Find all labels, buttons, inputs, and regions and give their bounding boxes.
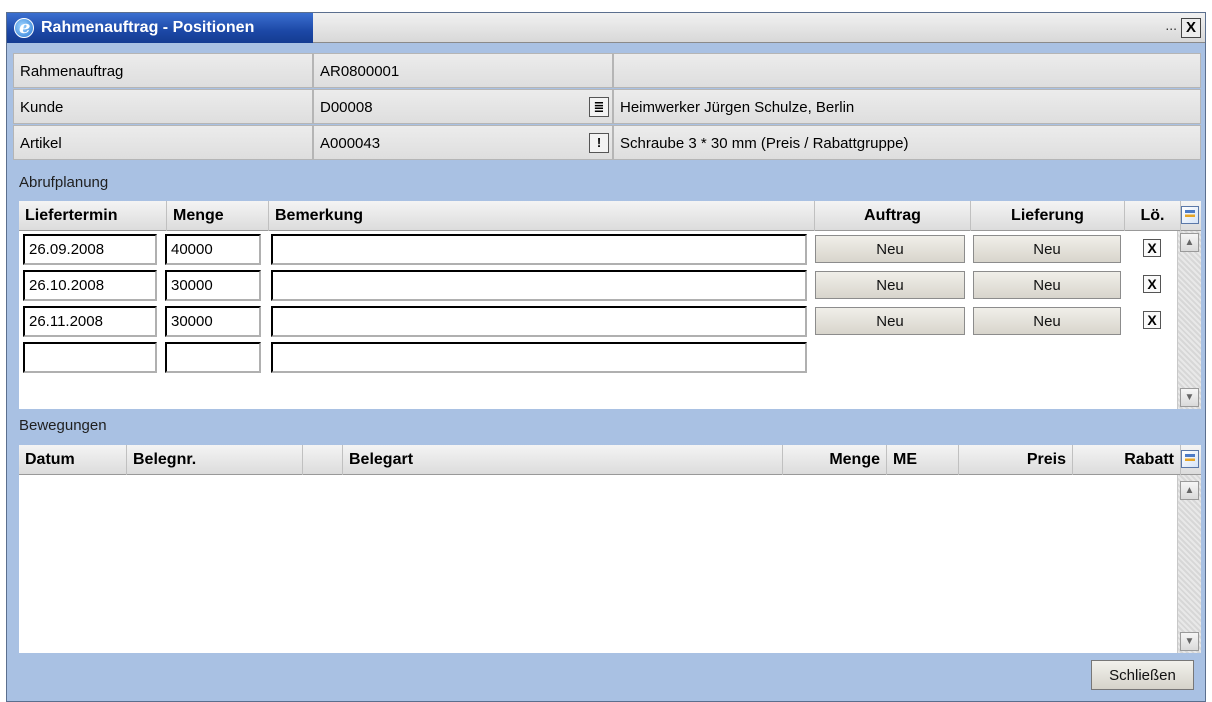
auftrag-neu-button[interactable]: Neu [815,235,965,263]
col-me[interactable]: ME [887,445,959,475]
abrufplanung-grid: Neu Neu X Neu Neu X Neu Neu X [19,231,1201,409]
liefertermin-input[interactable] [23,342,157,373]
col-preis[interactable]: Preis [959,445,1073,475]
rahmenauftrag-value: AR0800001 [313,53,613,88]
menge-input[interactable] [165,270,261,301]
close-window-button[interactable]: X [1181,18,1201,38]
bemerkung-input[interactable] [271,234,807,265]
delete-row-button[interactable]: X [1143,275,1161,293]
col-lieferung[interactable]: Lieferung [971,201,1125,231]
menge-input[interactable] [165,342,261,373]
header-row-rahmenauftrag: Rahmenauftrag AR0800001 [13,53,1201,89]
table-row: Neu Neu X [19,231,1177,267]
window-menu-dots[interactable]: ... [1165,17,1177,33]
delete-row-button[interactable]: X [1143,311,1161,329]
auftrag-neu-button[interactable]: Neu [815,271,965,299]
lieferung-neu-button[interactable]: Neu [973,271,1121,299]
artikel-value-cell: A000043 ! [313,125,613,160]
header-info: Rahmenauftrag AR0800001 Kunde D00008 ≣ H… [13,53,1201,161]
arrow-down-icon[interactable]: ▼ [1180,632,1199,651]
auftrag-neu-button[interactable]: Neu [815,307,965,335]
window-title: Rahmenauftrag - Positionen [41,19,255,36]
col-menge[interactable]: Menge [167,201,269,231]
delete-row-button[interactable]: X [1143,239,1161,257]
table-row-new [19,339,1177,375]
arrow-up-icon[interactable]: ▲ [1180,233,1199,252]
bemerkung-input[interactable] [271,270,807,301]
kunde-description: Heimwerker Jürgen Schulze, Berlin [613,89,1201,124]
bewegungen-grid: ▲ ▼ [19,475,1201,653]
rahmenauftrag-description [613,53,1201,88]
bemerkung-input[interactable] [271,342,807,373]
column-chooser-icon[interactable] [1181,450,1199,468]
kunde-value-cell: D00008 ≣ [313,89,613,124]
artikel-value: A000043 [320,135,381,152]
col-auftrag[interactable]: Auftrag [815,201,971,231]
col-datum[interactable]: Datum [19,445,127,475]
abrufplanung-title: Abrufplanung [19,174,109,191]
table-row: Neu Neu X [19,267,1177,303]
col-belegart[interactable]: Belegart [343,445,783,475]
schliessen-button[interactable]: Schließen [1091,660,1194,690]
internet-explorer-icon [14,13,34,43]
kunde-value: D00008 [320,99,373,116]
dialog-window: Rahmenauftrag - Positionen ... X Rahmena… [6,12,1206,702]
liefertermin-input[interactable] [23,270,157,301]
arrow-down-icon[interactable]: ▼ [1180,388,1199,407]
menge-input[interactable] [165,306,261,337]
lieferung-neu-button[interactable]: Neu [973,307,1121,335]
address-card-icon[interactable]: ≣ [589,97,609,117]
bewegungen-title: Bewegungen [19,417,107,434]
bemerkung-input[interactable] [271,306,807,337]
liefertermin-input[interactable] [23,234,157,265]
kunde-label: Kunde [13,89,313,124]
abrufplanung-scrollbar[interactable]: ▲ ▼ [1177,231,1201,409]
col-liefertermin[interactable]: Liefertermin [19,201,167,231]
col-blank[interactable] [303,445,343,475]
column-chooser-icon[interactable] [1181,206,1199,224]
col-bemerkung[interactable]: Bemerkung [269,201,815,231]
header-row-artikel: Artikel A000043 ! Schraube 3 * 30 mm (Pr… [13,125,1201,161]
col-loeschen[interactable]: Lö. [1125,201,1181,231]
lieferung-neu-button[interactable]: Neu [973,235,1121,263]
menge-input[interactable] [165,234,261,265]
bewegungen-scrollbar[interactable]: ▲ ▼ [1177,475,1201,653]
header-row-kunde: Kunde D00008 ≣ Heimwerker Jürgen Schulze… [13,89,1201,125]
table-row: Neu Neu X [19,303,1177,339]
exclamation-icon[interactable]: ! [589,133,609,153]
liefertermin-input[interactable] [23,306,157,337]
bewegungen-header: Datum Belegnr. Belegart Menge ME Preis R… [19,445,1201,475]
artikel-description: Schraube 3 * 30 mm (Preis / Rabattgruppe… [613,125,1201,160]
title-tab: Rahmenauftrag - Positionen [7,13,313,43]
artikel-label: Artikel [13,125,313,160]
arrow-up-icon[interactable]: ▲ [1180,481,1199,500]
col-rabatt[interactable]: Rabatt [1073,445,1181,475]
rahmenauftrag-label: Rahmenauftrag [13,53,313,88]
col-belegnr[interactable]: Belegnr. [127,445,303,475]
col-menge[interactable]: Menge [783,445,887,475]
title-bar[interactable]: Rahmenauftrag - Positionen ... X [7,13,1205,43]
abrufplanung-header: Liefertermin Menge Bemerkung Auftrag Lie… [19,201,1201,231]
